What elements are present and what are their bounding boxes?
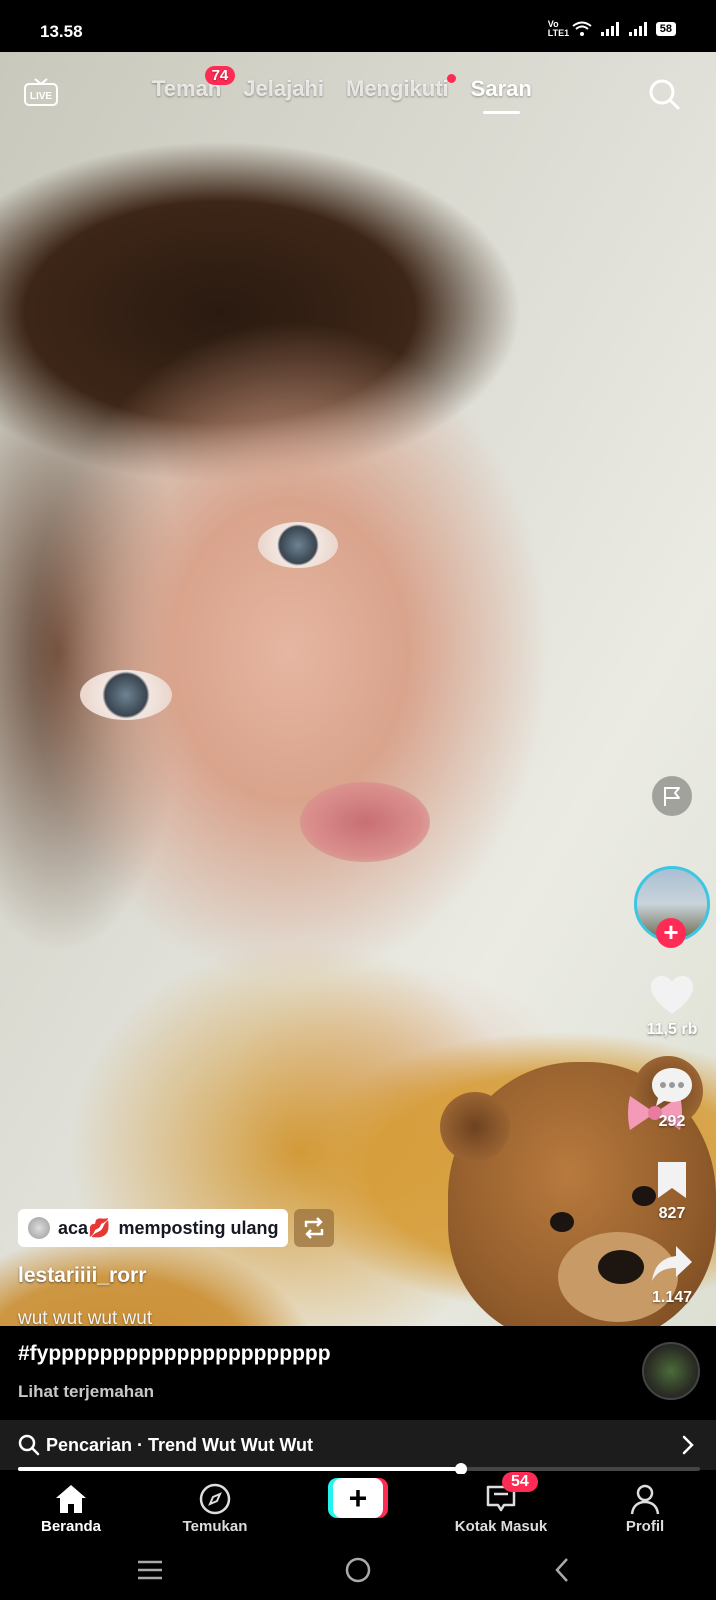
music-disc[interactable]	[642, 1342, 700, 1400]
follow-button[interactable]: +	[656, 918, 686, 948]
caption-text: wut wut wut wut	[18, 1308, 153, 1329]
search-icon-small	[18, 1434, 40, 1456]
inbox-badge: 54	[502, 1472, 538, 1492]
feed-tabs: Teman 74 Jelajahi Mengikuti Saran	[152, 66, 532, 114]
nav-discover[interactable]: Temukan	[160, 1482, 270, 1535]
reposter-name: aca💋	[58, 1217, 111, 1238]
plus-icon: +	[333, 1478, 383, 1518]
bear-eye-left	[550, 1212, 574, 1232]
nav-inbox[interactable]: Kotak Masuk	[446, 1482, 556, 1535]
tab-mengikuti[interactable]: Mengikuti	[346, 74, 456, 102]
create-button[interactable]: +	[328, 1478, 388, 1518]
system-nav-bar	[0, 1542, 716, 1600]
search-icon[interactable]	[648, 78, 680, 110]
nav-home-label: Beranda	[40, 1518, 102, 1535]
signal-icon-2	[628, 22, 647, 36]
like-count: 11,5 rb	[646, 1021, 698, 1038]
reposter-avatar	[28, 1217, 50, 1239]
status-time: 13.58	[40, 22, 83, 41]
nav-home[interactable]: Beranda	[16, 1482, 126, 1535]
chevron-right-icon	[682, 1435, 694, 1455]
active-tab-indicator	[482, 111, 520, 114]
video-eye-right	[258, 522, 338, 568]
compass-icon	[199, 1483, 231, 1515]
like-button[interactable]: 11,5 rb	[636, 974, 708, 1039]
tab-saran[interactable]: Saran	[470, 76, 532, 114]
caption-hashtag[interactable]: #fypppppppppppppppppppppp	[18, 1342, 331, 1366]
report-button[interactable]	[652, 776, 692, 816]
battery-indicator: 58	[655, 22, 676, 36]
network-label: Vo LTE1	[547, 19, 570, 38]
video-lips	[300, 782, 430, 862]
share-count: 1.147	[651, 1289, 693, 1306]
comment-icon	[652, 1068, 692, 1106]
progress-fill	[18, 1467, 462, 1471]
creator-username[interactable]: lestariiii_rorr	[18, 1264, 146, 1288]
search-suggestion-text: Pencarian · Trend Wut Wut Wut	[46, 1435, 314, 1455]
repost-button[interactable]	[294, 1209, 334, 1247]
status-icons: Vo LTE1 58	[548, 20, 676, 38]
share-button[interactable]: 1.147	[636, 1244, 708, 1307]
bookmark-count: 827	[658, 1205, 686, 1222]
nav-discover-label: Temukan	[182, 1518, 248, 1535]
repost-label[interactable]: aca💋 memposting ulang	[18, 1209, 289, 1247]
home-circle-icon[interactable]	[344, 1556, 372, 1584]
live-icon[interactable]: LIVE	[24, 78, 58, 106]
wifi-icon	[572, 21, 592, 36]
comment-button[interactable]: 292	[636, 1066, 708, 1131]
video-player[interactable]	[0, 52, 716, 1326]
nav-profile-label: Profil	[625, 1518, 665, 1535]
repost-text: memposting ulang	[118, 1217, 279, 1238]
top-nav: LIVE Teman 74 Jelajahi Mengikuti Saran	[0, 52, 716, 132]
heart-icon	[651, 976, 693, 1014]
status-bar: 13.58 Vo LTE1 58	[0, 0, 716, 52]
live-label: LIVE	[30, 91, 53, 102]
nav-profile[interactable]: Profil	[590, 1482, 700, 1535]
share-icon	[652, 1246, 692, 1281]
tab-label: Mengikuti	[346, 76, 449, 101]
recent-apps-icon[interactable]	[136, 1558, 164, 1582]
see-translation-link[interactable]: Lihat terjemahan	[18, 1382, 154, 1402]
bookmark-icon	[658, 1162, 686, 1198]
video-eye-left	[80, 670, 172, 720]
home-icon	[56, 1485, 86, 1513]
profile-icon	[630, 1484, 660, 1515]
repost-icon	[304, 1217, 324, 1239]
bookmark-button[interactable]: 827	[636, 1160, 708, 1223]
bear-ear-left	[440, 1092, 510, 1162]
comment-count: 292	[658, 1113, 686, 1130]
search-suggestion-bar[interactable]: Pencarian · Trend Wut Wut Wut	[0, 1420, 716, 1470]
back-icon[interactable]	[552, 1556, 572, 1584]
notification-dot	[446, 74, 456, 83]
signal-icon	[600, 22, 619, 36]
tab-teman[interactable]: Teman 74	[152, 66, 236, 102]
tab-jelajahi[interactable]: Jelajahi	[243, 76, 324, 102]
tab-label: Saran	[470, 76, 532, 101]
flag-icon	[664, 787, 680, 806]
nav-inbox-label: Kotak Masuk	[454, 1518, 548, 1535]
tab-label: Jelajahi	[243, 76, 324, 101]
video-progress-bar[interactable]	[18, 1463, 700, 1475]
friends-badge: 74	[204, 66, 236, 85]
